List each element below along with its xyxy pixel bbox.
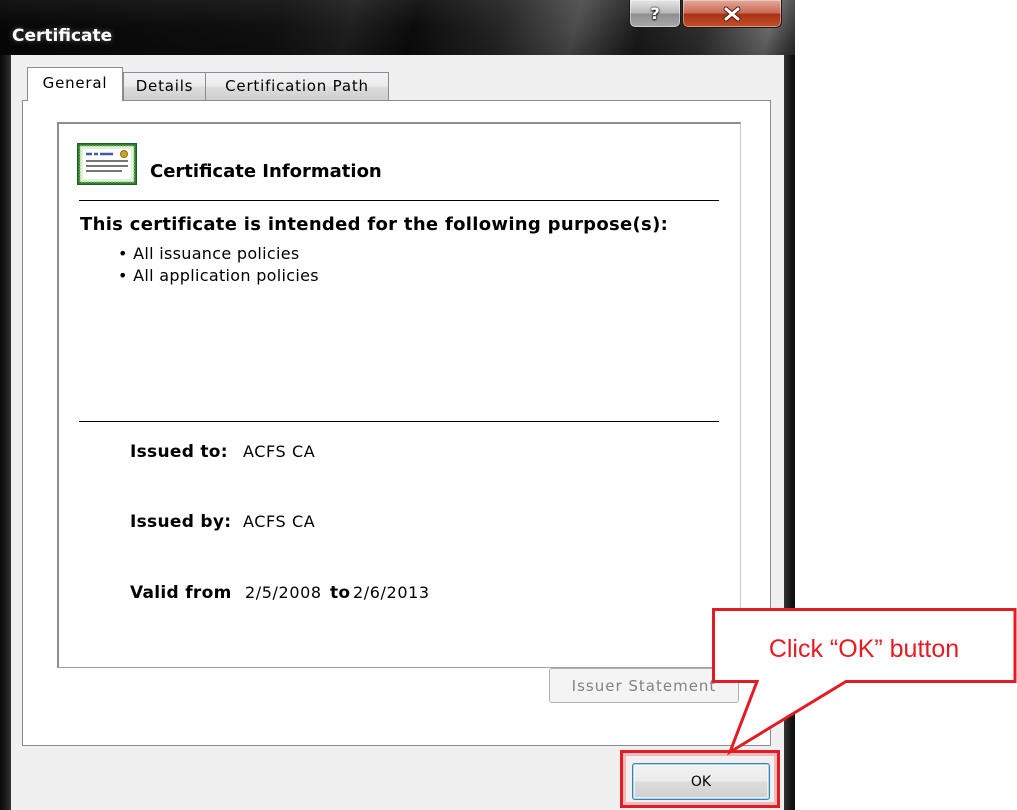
window-title: Certificate xyxy=(12,26,113,46)
purpose-item: All issuance policies xyxy=(118,244,300,264)
callout-text: Click “OK” button xyxy=(768,634,960,663)
certificate-dialog: Certificate General Details Certificatio… xyxy=(0,0,795,810)
issuer-statement-button: Issuer Statement xyxy=(549,668,739,703)
purpose-heading: This certificate is intended for the fol… xyxy=(80,214,669,235)
divider xyxy=(79,421,719,422)
certificate-information-heading: Certificate Information xyxy=(150,161,382,182)
certificate-icon xyxy=(77,143,137,185)
purpose-item: All application policies xyxy=(118,266,319,286)
divider xyxy=(79,200,719,201)
valid-to-label: to xyxy=(330,583,351,603)
close-icon xyxy=(723,6,741,21)
issued-to-label: Issued to: xyxy=(130,442,228,462)
help-button[interactable] xyxy=(629,0,681,28)
valid-to-date: 2/6/2013 xyxy=(353,583,430,602)
help-icon xyxy=(650,4,659,23)
issued-by-value: ACFS CA xyxy=(243,512,316,531)
close-button[interactable] xyxy=(682,0,782,28)
ok-button[interactable]: OK xyxy=(632,763,770,800)
valid-from-label: Valid from xyxy=(130,583,232,603)
tab-certification-path[interactable]: Certification Path xyxy=(205,72,389,100)
issued-to-value: ACFS CA xyxy=(243,442,316,461)
valid-from-date: 2/5/2008 xyxy=(245,583,322,602)
tab-general[interactable]: General xyxy=(27,67,123,101)
issued-by-label: Issued by: xyxy=(130,512,232,532)
tab-details[interactable]: Details xyxy=(123,72,206,100)
